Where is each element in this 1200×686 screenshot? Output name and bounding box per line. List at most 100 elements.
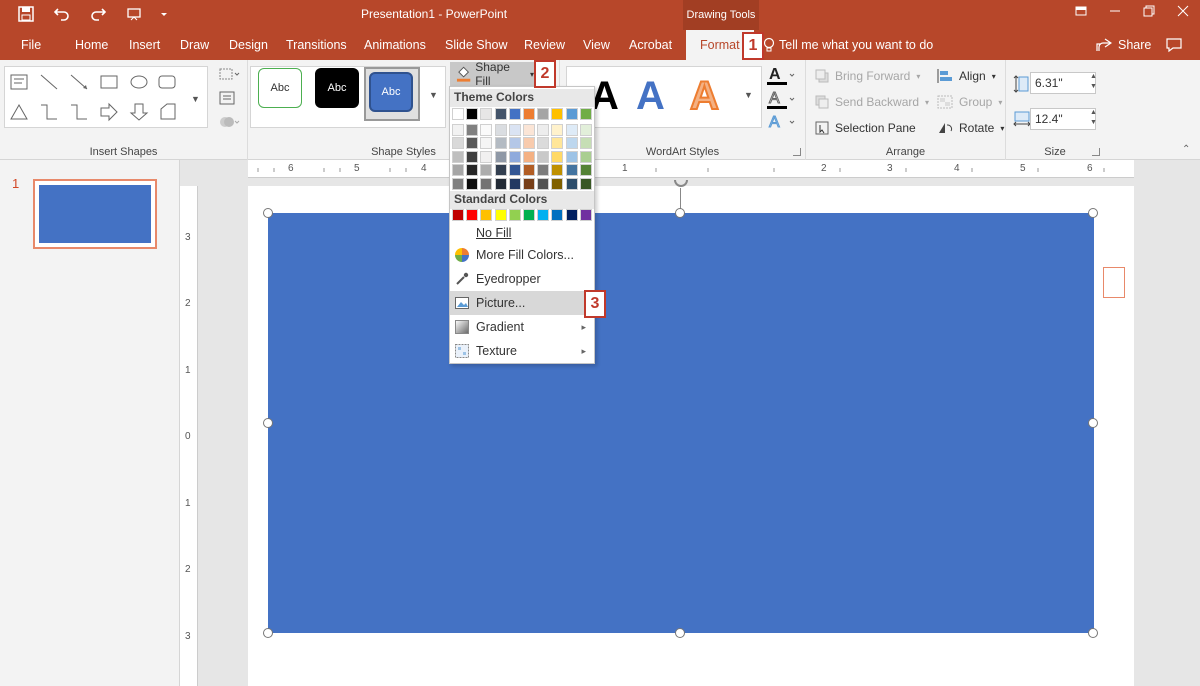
theme-color-swatch[interactable] xyxy=(579,150,592,163)
standard-color-swatch[interactable] xyxy=(480,209,493,221)
theme-color-swatch[interactable] xyxy=(480,123,493,136)
send-backward-button[interactable]: Send Backward ▾ xyxy=(815,95,929,109)
align-button[interactable]: Align ▾ xyxy=(937,69,996,83)
theme-color-swatch[interactable] xyxy=(494,137,507,150)
more-fill-colors-option[interactable]: More Fill Colors... xyxy=(450,243,594,267)
style-option-black[interactable]: Abc xyxy=(315,68,359,108)
resize-handle[interactable] xyxy=(263,628,273,638)
theme-color-swatch[interactable] xyxy=(508,164,521,177)
theme-color-swatch[interactable] xyxy=(523,137,535,150)
text-outline-icon[interactable]: A xyxy=(766,88,796,110)
theme-color-swatch[interactable] xyxy=(565,137,578,150)
standard-color-swatch[interactable] xyxy=(579,209,592,221)
theme-color-swatch[interactable] xyxy=(523,123,535,136)
theme-color-swatch[interactable] xyxy=(480,137,493,150)
theme-color-swatch[interactable] xyxy=(523,164,535,177)
selected-rectangle-shape[interactable] xyxy=(268,213,1094,633)
theme-color-swatch[interactable] xyxy=(466,108,479,120)
theme-color-swatch[interactable] xyxy=(551,123,564,136)
theme-color-swatch[interactable] xyxy=(494,164,507,177)
standard-color-swatch[interactable] xyxy=(537,209,550,221)
picture-option[interactable]: Picture... xyxy=(450,291,594,315)
tab-draw[interactable]: Draw xyxy=(180,30,209,60)
wordart-option-orange[interactable]: A xyxy=(689,73,720,119)
theme-color-swatch[interactable] xyxy=(494,150,507,163)
theme-color-swatch[interactable] xyxy=(508,150,521,163)
theme-color-swatch[interactable] xyxy=(480,178,493,190)
close-icon[interactable] xyxy=(1166,0,1200,22)
tab-file[interactable]: File xyxy=(21,30,41,60)
theme-color-swatch[interactable] xyxy=(494,108,507,120)
minimize-icon[interactable] xyxy=(1098,0,1132,22)
theme-color-swatch[interactable] xyxy=(466,164,479,177)
theme-color-swatch[interactable] xyxy=(508,178,521,190)
slide-thumbnail[interactable] xyxy=(33,179,157,249)
theme-color-swatch[interactable] xyxy=(579,108,592,120)
theme-color-swatch[interactable] xyxy=(508,123,521,136)
theme-color-swatch[interactable] xyxy=(551,108,564,120)
tab-design[interactable]: Design xyxy=(229,30,268,60)
tab-slide-show[interactable]: Slide Show xyxy=(445,30,508,60)
resize-handle[interactable] xyxy=(1088,628,1098,638)
text-fill-icon[interactable]: A xyxy=(766,64,796,86)
theme-color-swatch[interactable] xyxy=(537,178,550,190)
theme-color-swatch[interactable] xyxy=(551,137,564,150)
resize-handle[interactable] xyxy=(263,208,273,218)
theme-color-swatch[interactable] xyxy=(466,123,479,136)
rotate-button[interactable]: Rotate ▾ xyxy=(937,121,1004,135)
style-option-blue[interactable]: Abc xyxy=(369,72,413,112)
shape-fill-button[interactable]: Shape Fill ▾ xyxy=(450,60,534,88)
shape-height-spinner[interactable]: ▲ ▼ xyxy=(1090,72,1097,92)
theme-color-swatch[interactable] xyxy=(508,108,521,120)
tab-view[interactable]: View xyxy=(583,30,610,60)
theme-color-swatch[interactable] xyxy=(466,137,479,150)
group-button[interactable]: Group ▾ xyxy=(937,95,1002,109)
tab-acrobat[interactable]: Acrobat xyxy=(629,30,672,60)
tab-home[interactable]: Home xyxy=(75,30,108,60)
theme-color-swatch[interactable] xyxy=(523,178,535,190)
theme-color-swatch[interactable] xyxy=(508,137,521,150)
theme-color-swatch[interactable] xyxy=(452,178,464,190)
theme-color-swatch[interactable] xyxy=(480,164,493,177)
theme-color-swatch[interactable] xyxy=(579,178,592,190)
tab-animations[interactable]: Animations xyxy=(364,30,426,60)
theme-color-swatch[interactable] xyxy=(579,137,592,150)
shapes-gallery[interactable] xyxy=(4,66,208,128)
theme-color-swatch[interactable] xyxy=(579,123,592,136)
wordart-more-icon[interactable]: ▼ xyxy=(744,90,753,100)
theme-color-swatch[interactable] xyxy=(452,164,464,177)
edit-shape-icon[interactable] xyxy=(219,66,241,82)
bring-forward-button[interactable]: Bring Forward ▾ xyxy=(815,69,920,83)
standard-color-swatch[interactable] xyxy=(523,209,535,221)
wordart-option-blue[interactable]: A xyxy=(636,74,665,119)
theme-color-swatch[interactable] xyxy=(494,123,507,136)
ribbon-display-options-icon[interactable] xyxy=(1064,0,1098,22)
eyedropper-option[interactable]: Eyedropper xyxy=(450,267,594,291)
gradient-option[interactable]: Gradient ▸ xyxy=(450,315,594,339)
standard-color-swatch[interactable] xyxy=(452,209,464,221)
theme-color-swatch[interactable] xyxy=(537,164,550,177)
comments-icon[interactable] xyxy=(1166,37,1182,53)
tab-transitions[interactable]: Transitions xyxy=(286,30,347,60)
shape-styles-more-icon[interactable]: ▼ xyxy=(429,90,438,100)
shape-height-input[interactable]: 6.31" xyxy=(1030,72,1096,94)
size-dialog-launcher[interactable] xyxy=(1092,148,1100,156)
theme-color-swatch[interactable] xyxy=(565,108,578,120)
tab-review[interactable]: Review xyxy=(524,30,565,60)
theme-color-swatch[interactable] xyxy=(523,150,535,163)
standard-color-swatch[interactable] xyxy=(466,209,479,221)
wordart-dialog-launcher[interactable] xyxy=(793,148,801,156)
standard-color-swatch[interactable] xyxy=(551,209,564,221)
no-fill-option[interactable]: No Fill xyxy=(450,221,594,245)
theme-color-swatch[interactable] xyxy=(551,178,564,190)
theme-color-swatch[interactable] xyxy=(551,150,564,163)
restore-icon[interactable] xyxy=(1132,0,1166,22)
shapes-more-icon[interactable]: ▼ xyxy=(191,94,200,104)
theme-color-swatch[interactable] xyxy=(537,150,550,163)
standard-color-swatch[interactable] xyxy=(508,209,521,221)
theme-color-swatch[interactable] xyxy=(537,123,550,136)
theme-color-swatch[interactable] xyxy=(565,164,578,177)
theme-color-swatch[interactable] xyxy=(452,150,464,163)
theme-color-swatch[interactable] xyxy=(537,137,550,150)
theme-color-swatch[interactable] xyxy=(551,164,564,177)
